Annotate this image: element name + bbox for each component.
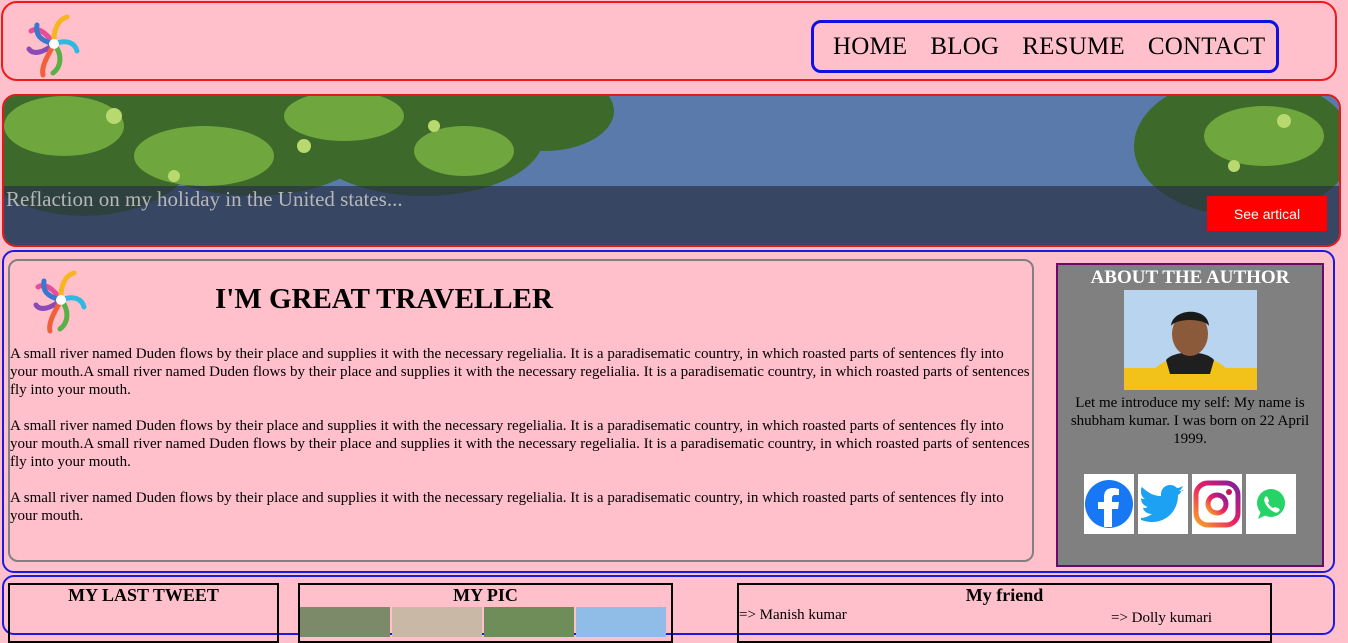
- author-photo: [1123, 290, 1257, 390]
- my-pic-heading: MY PIC: [453, 585, 518, 605]
- see-article-button[interactable]: See artical: [1207, 196, 1327, 231]
- last-tweet-heading: MY LAST TWEET: [68, 585, 219, 605]
- main-section: I'M GREAT TRAVELLER A small river named …: [2, 250, 1335, 573]
- author-heading: ABOUT THE AUTHOR: [1090, 267, 1290, 288]
- author-card: ABOUT THE AUTHOR Let me introduce my sel…: [1056, 263, 1324, 567]
- instagram-icon[interactable]: [1192, 474, 1242, 534]
- bottom-section: MY LAST TWEET MY PIC My friend => Manish…: [2, 575, 1335, 643]
- social-links: [1058, 474, 1322, 534]
- gallery-photo[interactable]: [300, 607, 390, 637]
- pic-gallery: [300, 607, 666, 637]
- article-title: I'M GREAT TRAVELLER: [215, 283, 553, 315]
- nav-blog[interactable]: BLOG: [930, 33, 999, 61]
- nav-home[interactable]: HOME: [833, 33, 907, 61]
- gallery-photo[interactable]: [576, 607, 666, 637]
- hero-banner: Reflaction on my holiday in the United s…: [2, 94, 1341, 247]
- article-paragraph: A small river named Duden flows by their…: [10, 490, 1004, 524]
- friend-item: => Dolly kumari: [1111, 610, 1213, 626]
- facebook-icon[interactable]: [1084, 474, 1134, 534]
- friend-item: => Manish kumar: [739, 607, 847, 623]
- nav-contact[interactable]: CONTACT: [1148, 33, 1265, 61]
- my-pic-box: MY PIC: [298, 583, 673, 643]
- gallery-photo[interactable]: [392, 607, 482, 637]
- main-nav: HOME BLOG RESUME CONTACT: [811, 20, 1279, 73]
- site-logo-icon[interactable]: [23, 9, 85, 79]
- my-friend-box: My friend => Manish kumar => Dolly kumar…: [737, 583, 1272, 643]
- article-card: I'M GREAT TRAVELLER A small river named …: [8, 259, 1034, 562]
- site-header: HOME BLOG RESUME CONTACT: [1, 1, 1337, 81]
- article-paragraph: A small river named Duden flows by their…: [10, 346, 1030, 398]
- whatsapp-icon[interactable]: [1246, 474, 1296, 534]
- gallery-photo[interactable]: [484, 607, 574, 637]
- article-body: A small river named Duden flows by their…: [10, 345, 1032, 543]
- article-paragraph: A small river named Duden flows by their…: [10, 418, 1030, 470]
- author-bio: Let me introduce my self: My name is shu…: [1070, 395, 1310, 447]
- nav-resume[interactable]: RESUME: [1022, 33, 1125, 61]
- my-friend-heading: My friend: [965, 585, 1044, 605]
- hero-caption: Reflaction on my holiday in the United s…: [6, 187, 403, 211]
- article-logo-icon: [30, 265, 92, 335]
- twitter-icon[interactable]: [1138, 474, 1188, 534]
- last-tweet-box: MY LAST TWEET: [8, 583, 279, 643]
